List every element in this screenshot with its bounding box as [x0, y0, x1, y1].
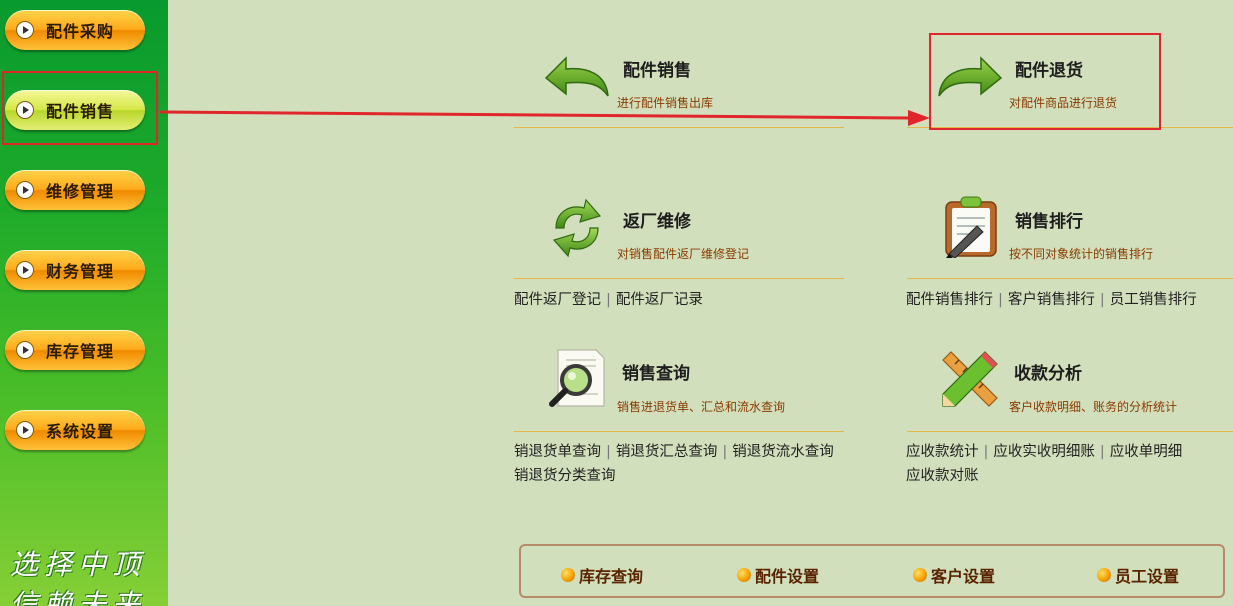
annotation-arrow	[159, 110, 930, 126]
